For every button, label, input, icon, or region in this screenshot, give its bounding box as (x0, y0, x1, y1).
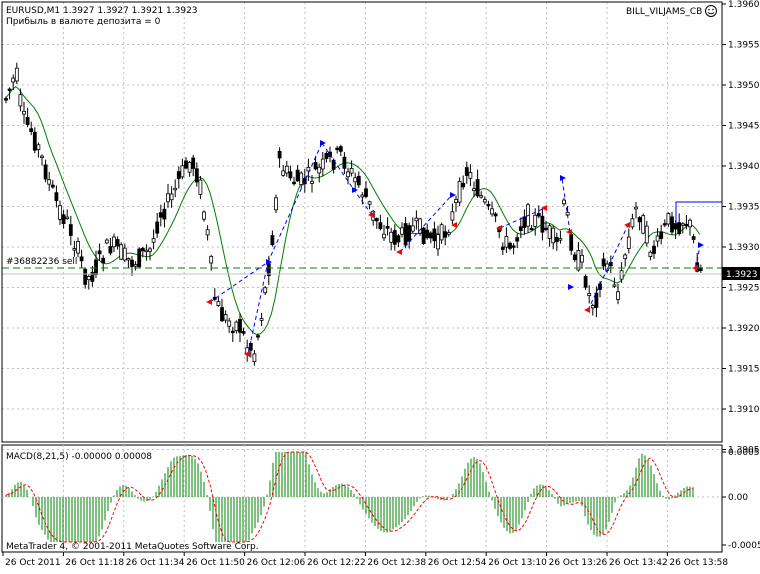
time-axis-label: 26 Oct 11:50 (186, 558, 245, 568)
symbol-info: EURUSD,M1 1.3927 1.3927 1.3921 1.3923 (6, 6, 198, 16)
price-axis-label: 1.3950 (728, 81, 760, 91)
macd-axis-label: 0.00056 (728, 448, 760, 458)
chart-window[interactable]: 1.3960 1.3955 1.3950 1.3945 1.3940 1.3935 1.39… (0, 0, 760, 570)
macd-axis-label: 0.00 (728, 493, 748, 503)
price-axis-label: 1.3960 (728, 0, 760, 10)
time-axis-label: 26 Oct 12:06 (247, 558, 306, 568)
copyright-text: MetaTrader 4, © 2001-2011 MetaQuotes Sof… (6, 542, 259, 552)
current-price-label: 1.3923 (726, 270, 758, 280)
price-axis-label: 1.3955 (728, 41, 760, 51)
smiley-icon[interactable] (705, 5, 717, 17)
time-axis-label: 26 Oct 12:54 (428, 558, 487, 568)
price-axis-label: 1.3915 (728, 365, 760, 375)
price-axis-label: 1.3935 (728, 203, 760, 213)
time-axis-label: 26 Oct 2011 (5, 558, 61, 568)
price-axis-label: 1.3910 (728, 405, 760, 415)
price-axis-label: 1.3920 (728, 324, 760, 334)
price-axis-label: 1.3945 (728, 122, 760, 132)
price-axis-label: 1.3930 (728, 243, 760, 253)
time-axis-label: 26 Oct 12:38 (367, 558, 426, 568)
macd-axis-label: -0.00057 (728, 541, 760, 551)
price-axis-label: 1.3940 (728, 162, 760, 172)
expert-name: BILL_VILJAMS_CB (626, 7, 702, 17)
time-axis-label: 26 Oct 13:58 (669, 558, 728, 568)
time-axis-label: 26 Oct 12:22 (307, 558, 366, 568)
time-axis-label: 26 Oct 13:10 (488, 558, 547, 568)
macd-label: MACD(8,21,5) -0.00000 0.00008 (6, 452, 152, 462)
profit-info: Прибыль в валюте депозита = 0 (6, 17, 161, 27)
time-axis-label: 26 Oct 13:42 (609, 558, 668, 568)
order-label: #36882236 sell (6, 257, 77, 267)
time-axis-label: 26 Oct 11:18 (65, 558, 124, 568)
time-axis-label: 26 Oct 13:26 (549, 558, 608, 568)
current-price-tag: 1.3923 (722, 267, 760, 280)
time-axis-label: 26 Oct 11:34 (126, 558, 185, 568)
price-axis-label: 1.3925 (728, 284, 760, 294)
